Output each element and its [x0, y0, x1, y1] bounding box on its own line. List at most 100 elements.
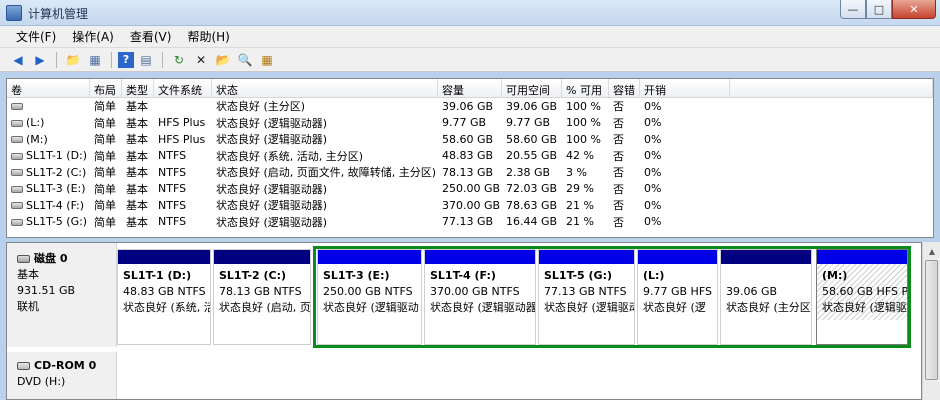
partition-status: 状态良好 (逻辑驱	[822, 301, 907, 314]
volume-name: SL1T-1 (D:)	[26, 149, 88, 163]
partition-size: 370.00 GB NTFS	[430, 285, 520, 298]
volume-fault-tolerance: 否	[613, 215, 624, 229]
volume-free-space: 39.06 GB	[506, 99, 558, 113]
table-row[interactable]: SL1T-3 (E:) 简单 基本 NTFS 状态良好 (逻辑驱动器) 250.…	[7, 181, 933, 198]
close-button[interactable]: ✕	[892, 0, 936, 19]
column-layout[interactable]: 布局	[90, 79, 122, 97]
partition-d[interactable]: SL1T-1 (D:) 48.83 GB NTFS 状态良好 (系统, 活	[117, 249, 211, 345]
partition-name: SL1T-3 (E:)	[323, 269, 390, 282]
partition-name: SL1T-1 (D:)	[123, 269, 192, 282]
volume-type: 基本	[126, 149, 148, 163]
partition-name: SL1T-2 (C:)	[219, 269, 287, 282]
volume-name: SL1T-4 (F:)	[26, 198, 85, 212]
partition-e[interactable]: SL1T-3 (E:) 250.00 GB NTFS 状态良好 (逻辑驱动	[317, 249, 422, 345]
table-row[interactable]: SL1T-1 (D:) 简单 基本 NTFS 状态良好 (系统, 活动, 主分区…	[7, 148, 933, 165]
volume-type: 基本	[126, 133, 148, 147]
menu-bar: 文件(F) 操作(A) 查看(V) 帮助(H)	[0, 26, 940, 48]
volume-filesystem: NTFS	[158, 182, 187, 196]
disk-0-info[interactable]: 磁盘 0 基本 931.51 GB 联机	[7, 243, 117, 347]
cdrom-icon	[17, 362, 30, 370]
toolbar: ◀ ▶ 📁 ▦ ? ▤ ↻ ✕ 📂 🔍 ▦	[0, 48, 940, 72]
table-row[interactable]: SL1T-2 (C:) 简单 基本 NTFS 状态良好 (启动, 页面文件, 故…	[7, 164, 933, 181]
column-filesystem[interactable]: 文件系统	[154, 79, 212, 97]
volume-percent-free: 21 %	[566, 198, 594, 212]
table-row[interactable]: (M:) 简单 基本 HFS Plus 状态良好 (逻辑驱动器) 58.60 G…	[7, 131, 933, 148]
export-icon[interactable]: ▦	[257, 50, 277, 70]
column-fault-tolerance[interactable]: 容错	[609, 79, 640, 97]
menu-view[interactable]: 查看(V)	[122, 26, 180, 47]
column-percent-free[interactable]: % 可用	[562, 79, 609, 97]
up-folder-icon[interactable]: 📁	[63, 50, 83, 70]
drive-icon	[11, 218, 23, 226]
volume-overhead: 0%	[644, 182, 662, 196]
drive-icon	[11, 119, 23, 127]
help-icon[interactable]: ?	[118, 51, 134, 68]
volume-capacity: 78.13 GB	[442, 165, 494, 179]
column-capacity[interactable]: 容量	[438, 79, 502, 97]
menu-file[interactable]: 文件(F)	[8, 26, 64, 47]
menu-action[interactable]: 操作(A)	[64, 26, 122, 47]
partition-g[interactable]: SL1T-5 (G:) 77.13 GB NTFS 状态良好 (逻辑驱动	[538, 249, 635, 345]
volume-layout: 简单	[94, 116, 116, 130]
volume-type: 基本	[126, 116, 148, 130]
disk-name: 磁盘 0	[34, 252, 68, 265]
column-free-space[interactable]: 可用空间	[502, 79, 562, 97]
volume-layout: 简单	[94, 149, 116, 163]
table-row[interactable]: 简单 基本 状态良好 (主分区) 39.06 GB 39.06 GB 100 %…	[7, 98, 933, 115]
partition-name: SL1T-5 (G:)	[544, 269, 613, 282]
minimize-button[interactable]: —	[840, 0, 866, 19]
console-tree-icon[interactable]: ▦	[85, 50, 105, 70]
volume-free-space: 72.03 GB	[506, 182, 558, 196]
column-filler	[730, 79, 933, 97]
volume-capacity: 77.13 GB	[442, 215, 494, 229]
volume-name: (L:)	[26, 116, 45, 130]
table-row[interactable]: (L:) 简单 基本 HFS Plus 状态良好 (逻辑驱动器) 9.77 GB…	[7, 115, 933, 132]
volume-name: (M:)	[26, 132, 48, 146]
volume-overhead: 0%	[644, 165, 662, 179]
volume-filesystem: HFS Plus	[158, 132, 206, 146]
properties-icon[interactable]: ▤	[136, 50, 156, 70]
maximize-button[interactable]: □	[866, 0, 892, 19]
cdrom-0-info[interactable]: CD-ROM 0 DVD (H:)	[7, 351, 117, 399]
partition-c[interactable]: SL1T-2 (C:) 78.13 GB NTFS 状态良好 (启动, 页	[213, 249, 311, 345]
delete-icon[interactable]: ✕	[191, 50, 211, 70]
volume-fault-tolerance: 否	[613, 166, 624, 180]
volume-free-space: 16.44 GB	[506, 215, 558, 229]
volume-overhead: 0%	[644, 198, 662, 212]
volume-status: 状态良好 (逻辑驱动器)	[216, 116, 328, 130]
volume-fault-tolerance: 否	[613, 133, 624, 147]
volume-filesystem: NTFS	[158, 198, 187, 212]
column-type[interactable]: 类型	[122, 79, 154, 97]
refresh-icon[interactable]: ↻	[169, 50, 189, 70]
volume-filesystem: NTFS	[158, 165, 187, 179]
volume-free-space: 9.77 GB	[506, 116, 551, 130]
partition-m[interactable]: (M:) 58.60 GB HFS P 状态良好 (逻辑驱	[816, 249, 908, 345]
back-icon[interactable]: ◀	[8, 50, 28, 70]
scroll-thumb[interactable]	[925, 260, 938, 380]
volume-capacity: 250.00 GB	[442, 182, 501, 196]
forward-icon[interactable]: ▶	[30, 50, 50, 70]
table-row[interactable]: SL1T-4 (F:) 简单 基本 NTFS 状态良好 (逻辑驱动器) 370.…	[7, 197, 933, 214]
open-icon[interactable]: 📂	[213, 50, 233, 70]
volume-type: 基本	[126, 215, 148, 229]
partition-l[interactable]: (L:) 9.77 GB HFS 状态良好 (逻	[637, 249, 718, 345]
table-row[interactable]: SL1T-5 (G:) 简单 基本 NTFS 状态良好 (逻辑驱动器) 77.1…	[7, 214, 933, 231]
partition-unlettered[interactable]: 39.06 GB 状态良好 (主分区	[720, 249, 812, 345]
drive-icon	[11, 185, 23, 193]
volume-fault-tolerance: 否	[613, 116, 624, 130]
drive-icon	[11, 202, 23, 210]
volume-fault-tolerance: 否	[613, 100, 624, 114]
menu-help[interactable]: 帮助(H)	[179, 26, 237, 47]
volume-status: 状态良好 (系统, 活动, 主分区)	[216, 149, 364, 163]
volume-capacity: 370.00 GB	[442, 198, 501, 212]
vertical-scrollbar[interactable]: ▲	[922, 242, 940, 400]
volume-free-space: 20.55 GB	[506, 149, 558, 163]
partition-f[interactable]: SL1T-4 (F:) 370.00 GB NTFS 状态良好 (逻辑驱动器)	[424, 249, 536, 345]
scroll-up-icon[interactable]: ▲	[924, 243, 940, 259]
column-overhead[interactable]: 开销	[640, 79, 730, 97]
volume-free-space: 2.38 GB	[506, 165, 551, 179]
column-status[interactable]: 状态	[212, 79, 438, 97]
search-icon[interactable]: 🔍	[235, 50, 255, 70]
drive-icon	[11, 152, 23, 160]
column-volume[interactable]: 卷	[7, 79, 90, 97]
